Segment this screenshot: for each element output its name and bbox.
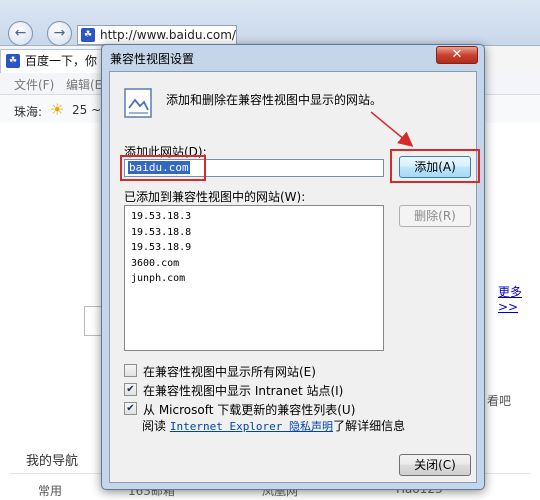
site-list-label: 已添加到兼容性视图中的网站(W):	[124, 190, 306, 204]
baidu-paw-icon: ☘	[6, 54, 20, 68]
privacy-link[interactable]: Internet Explorer 隐私声明	[170, 420, 333, 433]
checkbox-show-all-label: 在兼容性视图中显示所有网站(E)	[143, 365, 316, 379]
weather-city: 珠海:	[14, 105, 43, 119]
common-label: 常用	[38, 484, 63, 498]
compat-page-icon	[124, 88, 152, 118]
list-item[interactable]: 19.53.18.3	[131, 209, 383, 225]
url-input[interactable]: ☘ http://www.baidu.com/	[77, 25, 237, 45]
dialog-client-area: 添加和删除在兼容性视图中显示的网站。 添加此网站(D): baidu.com 添…	[109, 71, 480, 483]
more-link[interactable]: 更多>>	[498, 283, 540, 314]
dialog-titlebar[interactable]: 兼容性视图设置 ✕	[102, 45, 484, 71]
close-button[interactable]: 关闭(C)	[399, 454, 471, 476]
close-icon: ✕	[451, 47, 463, 62]
input-highlight-annotation	[120, 155, 206, 181]
site-list[interactable]: 19.53.18.3 19.53.18.8 19.53.18.9 3600.co…	[124, 205, 384, 351]
dialog-close-x-button[interactable]: ✕	[436, 46, 478, 64]
forward-arrow-icon: →	[53, 25, 66, 41]
list-item[interactable]: 19.53.18.9	[131, 240, 383, 256]
privacy-line: 阅读 Internet Explorer 隐私声明了解详细信息	[142, 417, 405, 434]
list-item[interactable]: 3600.com	[131, 256, 383, 272]
look-text: 看吧	[487, 394, 512, 408]
checkbox-show-all-box[interactable]	[124, 364, 137, 377]
forward-button[interactable]: →	[47, 21, 72, 46]
url-text: http://www.baidu.com/	[100, 28, 236, 42]
remove-button[interactable]: 删除(R)	[399, 205, 471, 227]
sun-icon: ☀	[50, 100, 65, 119]
check-icon: ✔	[126, 403, 135, 414]
list-item[interactable]: 19.53.18.8	[131, 225, 383, 241]
check-icon: ✔	[126, 384, 135, 395]
compat-view-dialog: 兼容性视图设置 ✕ 添加和删除在兼容性视图中显示的网站。 添加此网站(D): b…	[101, 44, 485, 490]
add-button-highlight-annotation	[390, 149, 480, 183]
checkbox-download-list-label: 从 Microsoft 下载更新的兼容性列表(U)	[143, 403, 356, 417]
checkbox-download-list-box[interactable]: ✔	[124, 402, 137, 415]
privacy-prefix: 阅读	[142, 419, 167, 433]
dialog-title: 兼容性视图设置	[110, 52, 195, 66]
address-bar-row: ← → ☘ http://www.baidu.com/	[0, 0, 540, 46]
list-item[interactable]: junph.com	[131, 271, 383, 287]
back-arrow-icon: ←	[14, 25, 27, 41]
back-button[interactable]: ←	[8, 21, 33, 46]
privacy-suffix: 了解详细信息	[333, 419, 406, 433]
tab-title: 百度一下，你	[25, 54, 98, 68]
checkbox-intranet-label: 在兼容性视图中显示 Intranet 站点(I)	[143, 384, 344, 398]
dialog-header-text: 添加和删除在兼容性视图中显示的网站。	[166, 93, 383, 107]
my-navigation-heading: 我的导航	[26, 454, 79, 469]
baidu-paw-icon: ☘	[81, 28, 95, 42]
menu-file[interactable]: 文件(F)	[14, 76, 54, 93]
checkbox-intranet-box[interactable]: ✔	[124, 383, 137, 396]
tab-baidu[interactable]: ☘ 百度一下，你	[0, 49, 105, 73]
weather-temp: 25 ~	[72, 103, 102, 117]
